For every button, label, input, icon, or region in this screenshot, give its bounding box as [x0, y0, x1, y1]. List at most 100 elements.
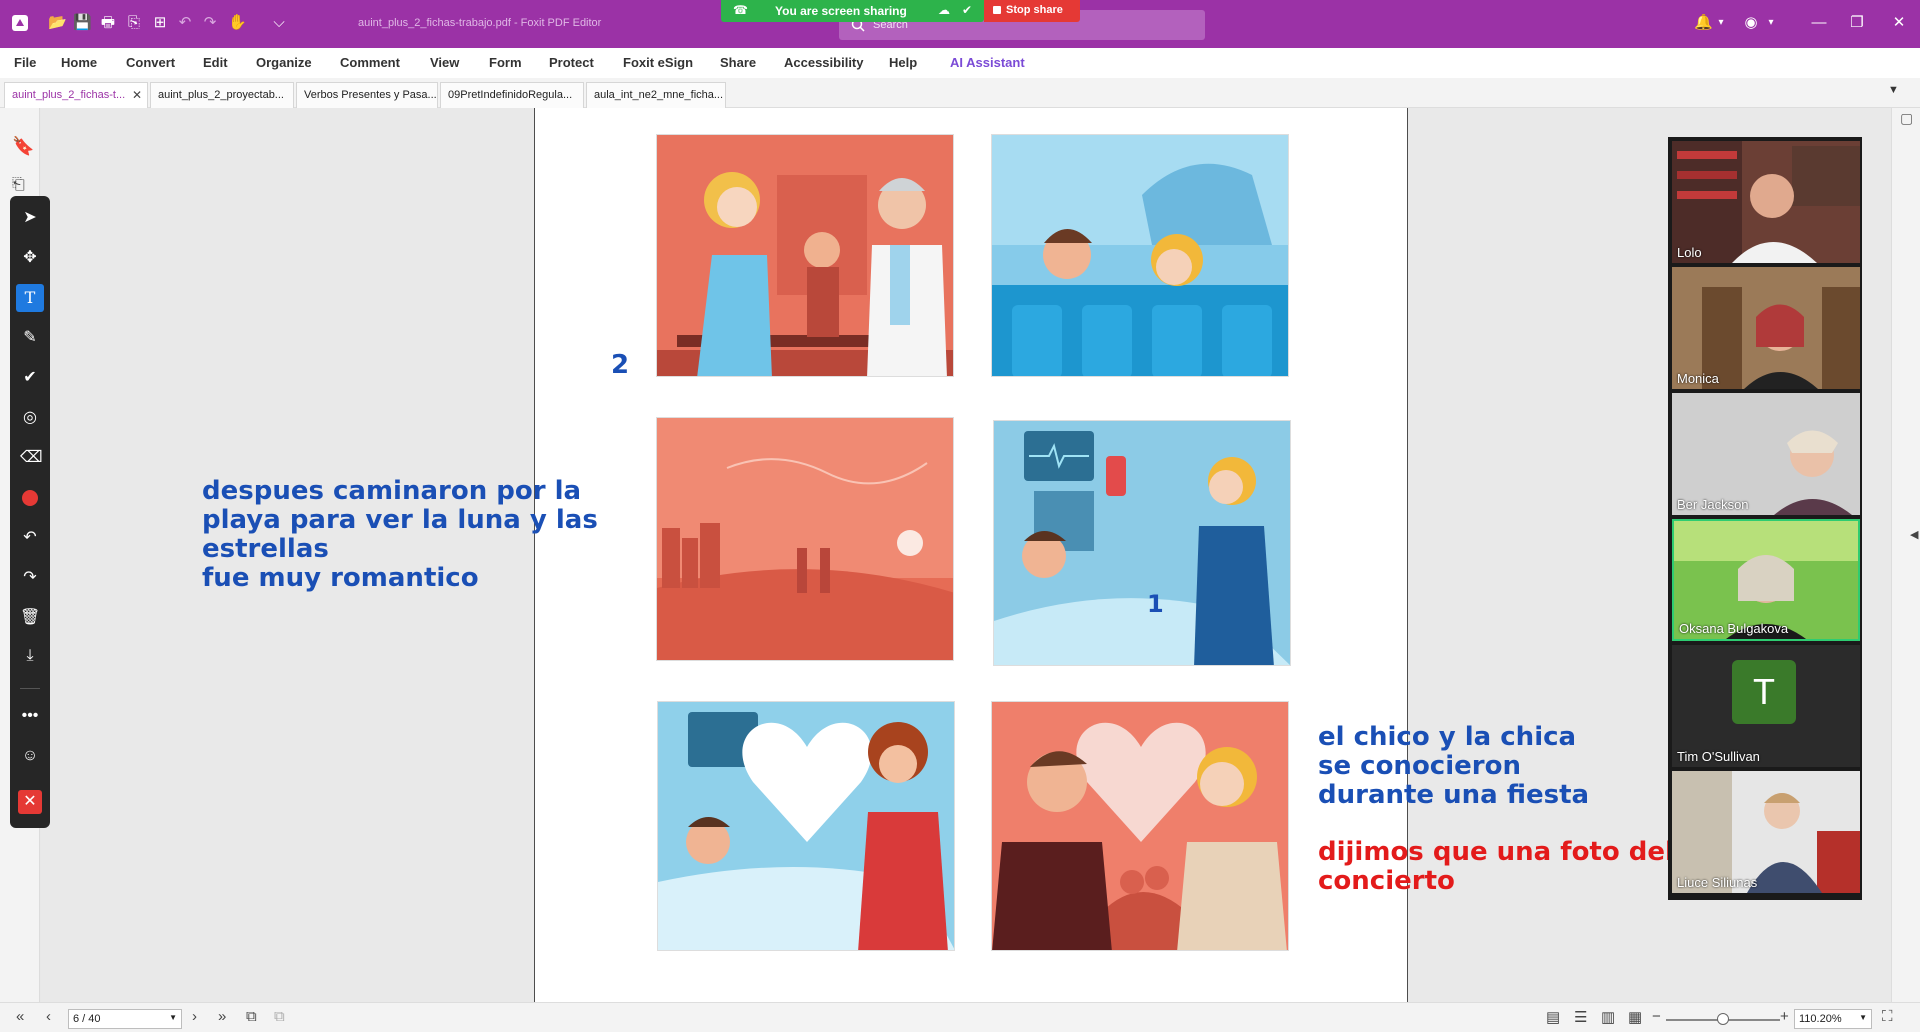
annotation-text-left[interactable]: despues caminaron por la playa para ver …	[202, 477, 598, 593]
minimize-icon[interactable]: —	[1810, 14, 1828, 32]
page-dropdown-icon[interactable]: ▼	[169, 1013, 177, 1022]
redo-annotation-icon[interactable]: ↷	[20, 568, 40, 588]
next-page-icon[interactable]: ›	[192, 1008, 197, 1025]
menu-form[interactable]: Form	[489, 55, 522, 70]
pen-icon[interactable]: ✎	[20, 328, 40, 348]
export-icon[interactable]: ⎘	[125, 14, 143, 32]
more-options-icon[interactable]: •••	[20, 706, 40, 726]
participant-tile[interactable]: T Tim O'Sullivan	[1672, 645, 1860, 767]
previous-page-icon[interactable]: ‹	[46, 1008, 51, 1025]
annotation-text-right-red[interactable]: dijimos que una foto del concierto	[1318, 838, 1674, 896]
screen-sharing-banner: ☎ You are screen sharing ☁ ✔	[721, 0, 984, 22]
page-number-input[interactable]: 6 / 40 ▼	[68, 1009, 182, 1029]
shield-check-icon[interactable]: ✔	[962, 3, 972, 17]
restore-icon[interactable]: ❐	[1848, 14, 1866, 32]
move-icon[interactable]: ✥	[20, 248, 40, 268]
print-icon[interactable]: 🖶	[99, 14, 117, 32]
eraser-icon[interactable]: ⌫	[20, 448, 43, 468]
tab-auint-plus-2-proyectab[interactable]: auint_plus_2_proyectab...	[150, 82, 294, 108]
foxit-logo-icon	[11, 14, 29, 32]
checkmark-icon[interactable]: ✔	[20, 368, 40, 388]
pdf-page: 2 1	[534, 108, 1408, 1002]
bookmark-icon[interactable]: 🔖	[12, 136, 34, 157]
participant-tile-active-speaker[interactable]: Oksana Bulgakova	[1672, 519, 1860, 641]
hand-tool-icon[interactable]: ✋	[228, 14, 247, 32]
fullscreen-icon[interactable]: ⛶	[1882, 1008, 1893, 1025]
tab-auint-plus-2-fichas[interactable]: auint_plus_2_fichas-t... ✕	[4, 82, 148, 108]
menu-help[interactable]: Help	[889, 55, 917, 70]
open-folder-icon[interactable]: 📂	[48, 14, 67, 32]
account-icon[interactable]: ◉	[1742, 14, 1760, 32]
tab-aula-int-ne2[interactable]: aula_int_ne2_mne_ficha...	[586, 82, 726, 108]
customize-dropdown-icon[interactable]: ⌵	[270, 14, 288, 32]
single-page-view-icon[interactable]: ▤	[1546, 1008, 1560, 1026]
bell-dropdown-icon[interactable]: ▾	[1712, 14, 1730, 32]
save-icon[interactable]: 💾	[73, 14, 92, 32]
undo-icon[interactable]: ↶	[176, 14, 194, 32]
zoom-in-icon[interactable]: +	[1780, 1008, 1789, 1025]
zoom-level-input[interactable]: 110.20% ▼	[1794, 1009, 1872, 1029]
cloud-icon[interactable]: ☁	[938, 3, 950, 17]
menu-comment[interactable]: Comment	[340, 55, 400, 70]
annotator-settings-icon[interactable]: ☺	[20, 746, 40, 766]
continuous-view-icon[interactable]: ☰	[1574, 1008, 1587, 1026]
close-window-icon[interactable]: ✕	[1890, 14, 1908, 32]
facing-view-icon[interactable]: ▥	[1601, 1008, 1615, 1026]
undo-annotation-icon[interactable]: ↶	[20, 528, 40, 548]
tab-close-icon[interactable]: ✕	[132, 88, 142, 102]
panel-expand-icon[interactable]: ▢	[1900, 110, 1913, 127]
menu-foxit-esign[interactable]: Foxit eSign	[623, 55, 693, 70]
menu-home[interactable]: Home	[61, 55, 97, 70]
account-dropdown-icon[interactable]: ▾	[1762, 14, 1780, 32]
first-page-icon[interactable]: «	[16, 1008, 24, 1025]
menu-view[interactable]: View	[430, 55, 459, 70]
trash-icon[interactable]: 🗑	[20, 608, 40, 628]
zoom-out-icon[interactable]: −	[1652, 1008, 1661, 1025]
page-compare-icon[interactable]: ⧉	[274, 1008, 285, 1025]
menu-edit[interactable]: Edit	[203, 55, 228, 70]
tab-09pretindefinido[interactable]: 09PretIndefinidoRegula...	[440, 82, 584, 108]
pages-icon[interactable]: ⎗	[12, 176, 25, 194]
comic-panel-party	[991, 701, 1289, 951]
menu-protect[interactable]: Protect	[549, 55, 594, 70]
zoom-level-value: 110.20%	[1799, 1013, 1842, 1025]
redo-icon[interactable]: ↷	[201, 14, 219, 32]
participant-name: Ber Jackson	[1677, 497, 1749, 512]
tab-list-dropdown-icon[interactable]: ▼	[1888, 84, 1899, 96]
page-number-1: 1	[1147, 590, 1164, 618]
participant-tile[interactable]: Lolo	[1672, 141, 1860, 263]
collapse-arrow-icon[interactable]: ◀	[1910, 528, 1918, 541]
notification-bell-icon[interactable]: 🔔	[1694, 14, 1713, 32]
color-picker-red-icon[interactable]	[22, 490, 38, 506]
page-number-2: 2	[611, 350, 630, 380]
participant-tile[interactable]: Monica	[1672, 267, 1860, 389]
thumbnail-view-icon[interactable]: ▦	[1628, 1008, 1642, 1026]
last-page-icon[interactable]: »	[218, 1008, 226, 1025]
status-bar: « ‹ 6 / 40 ▼ › » ⧉ ⧉ ▤ ☰ ▥ ▦ − + 110.20%…	[0, 1002, 1920, 1032]
menu-bar: File Home Convert Edit Organize Comment …	[0, 48, 1920, 78]
menu-accessibility[interactable]: Accessibility	[784, 55, 864, 70]
menu-share[interactable]: Share	[720, 55, 756, 70]
zoom-slider-thumb[interactable]	[1717, 1013, 1729, 1025]
close-toolbar-icon[interactable]: ✕	[18, 790, 42, 814]
download-icon[interactable]: ⤓	[20, 646, 40, 666]
select-arrow-icon[interactable]: ➤	[20, 208, 40, 228]
menu-organize[interactable]: Organize	[256, 55, 312, 70]
participant-tile[interactable]: Ber Jackson	[1672, 393, 1860, 515]
stop-share-button[interactable]: Stop share	[984, 0, 1080, 22]
annotation-text-right-blue[interactable]: el chico y la chica se conocieron durant…	[1318, 723, 1589, 810]
document-title: auint_plus_2_fichas-trabajo.pdf - Foxit …	[358, 17, 602, 29]
participant-tile[interactable]: Liuce Siliunas	[1672, 771, 1860, 893]
page-copy-icon[interactable]: ⧉	[246, 1008, 257, 1025]
stamp-icon[interactable]: ◎	[20, 408, 40, 428]
zoom-dropdown-icon[interactable]: ▼	[1859, 1013, 1867, 1022]
page-number-value: 6 / 40	[73, 1013, 101, 1025]
tab-verbos-presentes[interactable]: Verbos Presentes y Pasa...	[296, 82, 438, 108]
menu-ai-assistant[interactable]: AI Assistant	[950, 55, 1025, 70]
new-file-icon[interactable]: ⊞	[151, 14, 169, 32]
menu-file[interactable]: File	[14, 55, 36, 70]
text-tool-icon[interactable]: T	[16, 284, 44, 312]
menu-convert[interactable]: Convert	[126, 55, 175, 70]
phone-icon: ☎	[733, 3, 748, 17]
document-tab-bar: auint_plus_2_fichas-t... ✕ auint_plus_2_…	[0, 78, 1920, 108]
